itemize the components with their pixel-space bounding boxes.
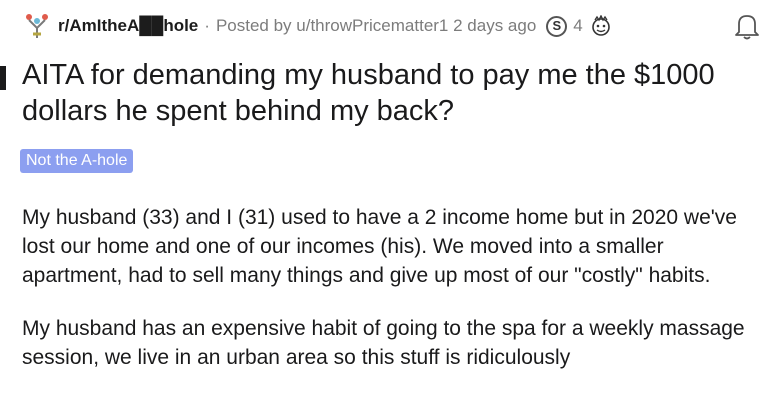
award-face-icon[interactable] [589,15,613,37]
posted-by[interactable]: Posted by u/throwPricematter1 2 days ago [216,15,536,37]
award-count: 4 [573,16,583,35]
post-body: My husband (33) and I (31) used to have … [22,203,757,396]
body-paragraph: My husband has an expensive habit of goi… [22,317,745,369]
post-title[interactable]: AITA for demanding my husband to pay me … [22,57,762,129]
post-indicator [0,66,6,90]
post-header: r/AmItheA██hole · Posted by u/throwPrice… [0,10,768,42]
silver-award-icon[interactable]: S [546,15,568,37]
post-meta: r/AmItheA██hole · Posted by u/throwPrice… [58,15,613,37]
post-flair[interactable]: Not the A-hole [20,149,134,173]
bell-icon[interactable] [733,11,761,46]
meta-separator: · [204,16,210,35]
subreddit-link[interactable]: r/AmItheA██hole [58,15,198,37]
subreddit-icon[interactable] [25,12,49,40]
body-paragraph: My husband (33) and I (31) used to have … [22,206,737,287]
